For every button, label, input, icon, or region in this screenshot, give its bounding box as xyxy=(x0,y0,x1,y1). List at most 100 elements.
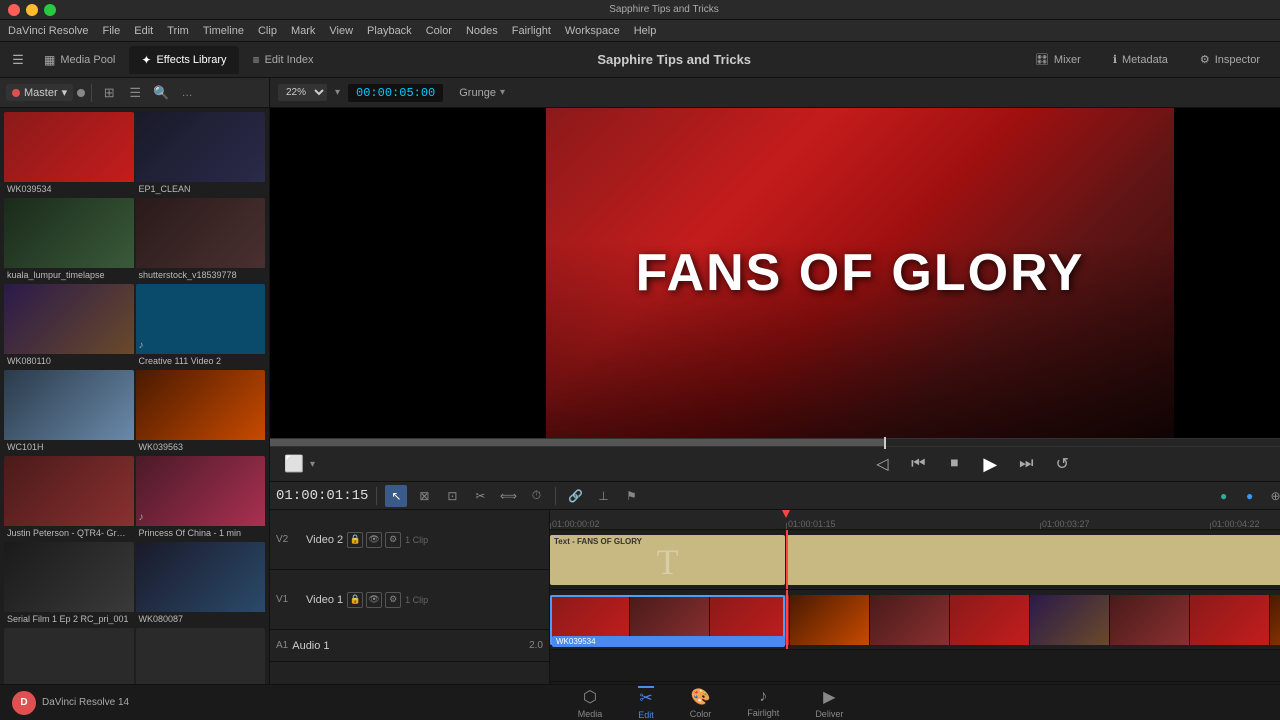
playhead-marker xyxy=(782,510,790,518)
toolbar-separator xyxy=(91,84,92,102)
timeline-toolbar: 01:00:01:15 ↖ ⊠ ⊡ ✂ ⟺ ⏱ 🔗 ⊥ ⚑ ● ● ⊕ xyxy=(270,482,1280,510)
blade-btn[interactable]: ✂ xyxy=(469,485,491,507)
snap-btn[interactable]: ⊥ xyxy=(592,485,614,507)
preview-mode-arrow[interactable]: ▾ xyxy=(310,459,315,470)
add-marker-btn[interactable]: ⊕ xyxy=(1265,485,1280,507)
bottom-tab-color[interactable]: 🎨 Color xyxy=(690,687,712,719)
list-view-btn[interactable]: ☰ xyxy=(124,82,146,104)
audio-num-a1: A1 xyxy=(276,640,288,651)
media-item-wk080087[interactable]: WK080087 xyxy=(136,542,266,626)
zoom-select[interactable]: 22% xyxy=(278,84,327,101)
menu-davinci[interactable]: DaVinci Resolve xyxy=(8,25,89,37)
master-dropdown[interactable]: Master ▾ xyxy=(6,84,73,101)
menu-fairlight[interactable]: Fairlight xyxy=(512,25,551,37)
clip-text-fans[interactable]: Text - FANS OF GLORY T xyxy=(550,535,785,585)
inspector-icon: ⚙ xyxy=(1200,53,1210,66)
color2-flag-btn[interactable]: ● xyxy=(1239,485,1261,507)
bottom-tab-edit[interactable]: ✂ Edit xyxy=(638,686,654,720)
film-cell-9 xyxy=(1190,595,1270,645)
stop-btn[interactable]: ⏹ xyxy=(942,452,966,476)
menu-trim[interactable]: Trim xyxy=(167,25,189,37)
clip-text-fans-2[interactable] xyxy=(787,535,1280,585)
more-options-btn[interactable]: … xyxy=(176,82,198,104)
close-btn[interactable] xyxy=(8,4,20,16)
media-pool-toolbar: Master ▾ ⊞ ☰ 🔍 … xyxy=(0,78,269,108)
menu-clip[interactable]: Clip xyxy=(258,25,277,37)
edit-nav-label: Edit xyxy=(638,710,654,720)
search-btn[interactable]: 🔍 xyxy=(150,82,172,104)
media-item-serial[interactable]: Serial Film 1 Ep 2 RC_pri_001 xyxy=(4,542,134,626)
media-item-kuala[interactable]: kuala_lumpur_timelapse xyxy=(4,198,134,282)
title-bar: Sapphire Tips and Tricks xyxy=(0,0,1280,20)
menu-mark[interactable]: Mark xyxy=(291,25,315,37)
menu-edit[interactable]: Edit xyxy=(134,25,153,37)
tab-inspector[interactable]: ⚙ Inspector xyxy=(1188,46,1272,74)
grid-view-btn[interactable]: ⊞ xyxy=(98,82,120,104)
menu-help[interactable]: Help xyxy=(634,25,657,37)
bottom-nav-bar: D DaVinci Resolve 14 ⬡ Media ✂ Edit 🎨 Co… xyxy=(0,684,1280,720)
track-settings-v2[interactable]: ⚙ xyxy=(385,532,401,548)
menu-playback[interactable]: Playback xyxy=(367,25,412,37)
media-item-princess[interactable]: ♪ Princess Of China - 1 min xyxy=(136,456,266,540)
mixer-icon: 🎛 xyxy=(1035,53,1049,66)
media-pool-icon: ▦ xyxy=(44,53,55,67)
media-item-wk039534[interactable]: WK039534 xyxy=(4,112,134,196)
music-icon: ♪ xyxy=(139,340,144,351)
menu-workspace[interactable]: Workspace xyxy=(565,25,620,37)
deliver-nav-label: Deliver xyxy=(815,709,843,719)
preview-select-btn[interactable]: ⬜ xyxy=(282,452,306,476)
track-row-v1: WK039534 xyxy=(550,590,1280,650)
tab-effects-library[interactable]: ✦ Effects Library xyxy=(129,46,238,74)
maximize-btn[interactable] xyxy=(44,4,56,16)
flag-btn[interactable]: ⚑ xyxy=(620,485,642,507)
media-item-shutterstock[interactable]: shutterstock_v18539778 xyxy=(136,198,266,282)
retime-btn[interactable]: ⏱ xyxy=(525,485,547,507)
track-header-v1: V1 Video 1 🔒 👁 ⚙ 1 Clip xyxy=(270,570,549,630)
track-lock-v2[interactable]: 🔒 xyxy=(347,532,363,548)
menu-file[interactable]: File xyxy=(103,25,121,37)
color-flag-btn[interactable]: ● xyxy=(1213,485,1235,507)
bottom-tab-deliver[interactable]: ▶ Deliver xyxy=(815,687,843,719)
loop-btn[interactable]: ↺ xyxy=(1050,452,1074,476)
track-visible-v1[interactable]: 👁 xyxy=(366,592,382,608)
link-btn[interactable]: 🔗 xyxy=(564,485,586,507)
slip-btn[interactable]: ⟺ xyxy=(497,485,519,507)
minimize-btn[interactable] xyxy=(26,4,38,16)
menu-color[interactable]: Color xyxy=(426,25,452,37)
trim-tool-btn[interactable]: ⊠ xyxy=(413,485,435,507)
media-item-wk039563[interactable]: WK039563 xyxy=(136,370,266,454)
media-nav-label: Media xyxy=(578,709,603,719)
media-item-justin[interactable]: Justin Peterson - QTR4- Green al... xyxy=(4,456,134,540)
play-btn[interactable]: ▶ xyxy=(978,452,1002,476)
track-lock-v1[interactable]: 🔒 xyxy=(347,592,363,608)
track-visible-v2[interactable]: 👁 xyxy=(366,532,382,548)
bottom-tab-media[interactable]: ⬡ Media xyxy=(578,687,603,719)
grunge-dropdown-arrow[interactable]: ▾ xyxy=(500,87,505,98)
media-item-creative111[interactable]: ♪ Creative 111 Video 2 xyxy=(136,284,266,368)
select-tool-btn[interactable]: ↖ xyxy=(385,485,407,507)
prev-frame-btn[interactable]: ◁ xyxy=(870,452,894,476)
menu-view[interactable]: View xyxy=(329,25,353,37)
rewind-btn[interactable]: ⏮ xyxy=(906,452,930,476)
media-item-wk080110[interactable]: WK080110 xyxy=(4,284,134,368)
sidebar-toggle[interactable]: ☰ xyxy=(6,48,30,72)
tab-media-pool[interactable]: ▦ Media Pool xyxy=(32,46,127,74)
bottom-tab-fairlight[interactable]: ♪ Fairlight xyxy=(747,688,779,718)
tab-edit-index[interactable]: ≡ Edit Index xyxy=(241,46,326,74)
scrubber-bar[interactable] xyxy=(270,438,1280,446)
fast-forward-btn[interactable]: ⏭ xyxy=(1014,452,1038,476)
tab-mixer[interactable]: 🎛 Mixer xyxy=(1023,46,1093,74)
ruler-tick-2: 01:00:01:15 xyxy=(788,519,836,529)
dynamic-trim-btn[interactable]: ⊡ xyxy=(441,485,463,507)
tab-metadata[interactable]: ℹ Metadata xyxy=(1101,46,1180,74)
media-item-ep1clean[interactable]: EP1_CLEAN xyxy=(136,112,266,196)
media-item-wc101h[interactable]: WC101H xyxy=(4,370,134,454)
track-settings-v1[interactable]: ⚙ xyxy=(385,592,401,608)
ruler-line-4 xyxy=(1210,523,1211,529)
menu-timeline[interactable]: Timeline xyxy=(203,25,244,37)
menu-nodes[interactable]: Nodes xyxy=(466,25,498,37)
clip-label-wk039534: WK039534 xyxy=(552,636,785,647)
film-cell-10 xyxy=(1270,595,1280,645)
ruler-line-2 xyxy=(786,523,787,529)
timeline-timecode: 01:00:01:15 xyxy=(276,488,368,504)
